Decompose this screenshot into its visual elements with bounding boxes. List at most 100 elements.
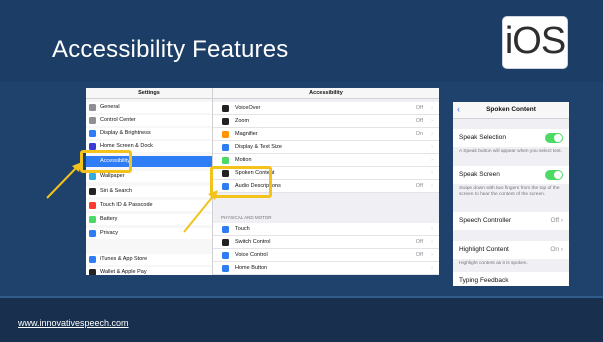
battery-icon: [89, 216, 96, 223]
accessibility-item-zoom[interactable]: Zoom Off ›: [213, 115, 439, 128]
sidebar-item-label: Siri & Search: [100, 188, 133, 194]
sidebar-item-itunes-app-store[interactable]: iTunes & App Store: [86, 254, 212, 265]
highlight-content-label: Highlight Content: [459, 246, 509, 253]
sidebar-item-label: Display & Brightness: [100, 130, 151, 136]
chevron-right-icon: ›: [431, 118, 433, 124]
highlight-box-spoken-content: [210, 166, 272, 198]
chevron-right-icon: ›: [560, 246, 563, 253]
speech-controller-value: Off ›: [550, 217, 563, 224]
spoken-content-title: Spoken Content: [486, 106, 536, 113]
sidebar-item-general[interactable]: General: [86, 102, 212, 113]
chevron-right-icon: ›: [431, 170, 433, 176]
control-center-icon: [89, 117, 96, 124]
magnifier-icon: [222, 130, 229, 138]
speak-screen-toggle[interactable]: [545, 170, 563, 180]
speak-selection-note: A Speak button will appear when you sele…: [459, 149, 562, 154]
switch-control-icon: [222, 238, 229, 246]
wallpaper-icon: [89, 173, 96, 180]
speak-screen-note: Swipe down with two fingers from the top…: [459, 186, 560, 197]
sidebar-item-privacy[interactable]: Privacy: [86, 228, 212, 239]
settings-sidebar: Settings General Control Center Display & …: [86, 88, 213, 275]
speak-screen-label: Speak Screen: [459, 171, 500, 178]
voice-control-icon: [222, 251, 229, 259]
ios-logo: iOS: [503, 17, 567, 68]
accessibility-item-touch[interactable]: Touch ›: [213, 223, 439, 236]
section-label-physical-motor: PHYSICAL AND MOTOR: [221, 215, 272, 220]
accessibility-item-label: Switch Control: [235, 239, 271, 245]
accessibility-item-switch-control[interactable]: Switch Control Off ›: [213, 236, 439, 249]
chevron-right-icon: ›: [431, 131, 433, 137]
accessibility-item-label: Motion: [235, 157, 252, 163]
speak-screen-row[interactable]: Speak Screen: [453, 166, 569, 184]
accessibility-item-label: Voice Control: [235, 252, 268, 258]
chevron-right-icon: ›: [431, 157, 433, 163]
accessibility-item-value: Off: [415, 239, 423, 245]
ios-logo-text: iOS: [504, 20, 566, 62]
sidebar-item-label: Privacy: [100, 230, 119, 236]
display-text-size-icon: [222, 143, 229, 151]
gear-icon: [89, 104, 96, 111]
spoken-content-screenshot: ‹ Spoken Content Speak Selection A Speak…: [453, 102, 569, 286]
accessibility-item-value: Off: [415, 252, 423, 258]
chevron-right-icon: ›: [431, 226, 433, 232]
accessibility-item-voice-control[interactable]: Voice Control Off ›: [213, 249, 439, 262]
highlight-box-accessibility: [80, 150, 132, 173]
speak-selection-label: Speak Selection: [459, 134, 506, 141]
sidebar-item-display-brightness[interactable]: Display & Brightness: [86, 128, 212, 139]
wallet-icon: [89, 269, 96, 275]
spoken-content-header: ‹ Spoken Content: [453, 102, 569, 119]
chevron-right-icon: ›: [431, 239, 433, 245]
accessibility-item-magnifier[interactable]: Magnifier On ›: [213, 128, 439, 141]
chevron-right-icon: ›: [431, 144, 433, 150]
accessibility-item-value: Off: [415, 118, 423, 124]
sidebar-item-label: General: [100, 104, 120, 110]
sidebar-item-label: Battery: [100, 216, 118, 222]
accessibility-item-label: Touch: [235, 226, 250, 232]
accessibility-item-label: VoiceOver: [235, 105, 261, 111]
highlight-content-value: On ›: [550, 246, 563, 253]
speech-controller-row[interactable]: Speech Controller Off ›: [453, 212, 569, 230]
sidebar-item-touch-id-passcode[interactable]: Touch ID & Passcode: [86, 200, 212, 211]
home-screen-icon: [89, 143, 96, 150]
accessibility-item-label: Zoom: [235, 118, 250, 124]
settings-sidebar-header: Settings: [86, 88, 212, 99]
chevron-right-icon: ›: [560, 217, 563, 224]
sidebar-item-label: Wallet & Apple Pay: [100, 269, 147, 275]
fingerprint-icon: [89, 202, 96, 209]
accessibility-item-value: On: [415, 131, 423, 137]
typing-feedback-row[interactable]: Typing Feedback: [453, 272, 569, 286]
sidebar-item-battery[interactable]: Battery: [86, 214, 212, 225]
accessibility-item-label: Display & Text Size: [235, 144, 282, 150]
accessibility-pane-header: Accessibility: [213, 88, 439, 99]
hand-icon: [89, 230, 96, 237]
accessibility-item-label: Magnifier: [235, 131, 258, 137]
chevron-right-icon: ›: [431, 265, 433, 271]
accessibility-item-home-button[interactable]: Home Button ›: [213, 262, 439, 275]
footer-url-link[interactable]: www.innovativespeech.com: [18, 318, 129, 328]
zoom-icon: [222, 117, 229, 125]
speak-selection-toggle[interactable]: [545, 133, 563, 143]
highlight-content-row[interactable]: Highlight Content On ›: [453, 241, 569, 259]
chevron-right-icon: ›: [431, 252, 433, 258]
app-store-icon: [89, 256, 96, 263]
accessibility-item-display-text-size[interactable]: Display & Text Size ›: [213, 141, 439, 154]
highlight-content-note: Highlight content as it is spoken.: [459, 261, 528, 266]
accessibility-item-value: Off: [415, 105, 423, 111]
typing-feedback-label: Typing Feedback: [459, 277, 509, 284]
speech-controller-label: Speech Controller: [459, 217, 512, 224]
chevron-right-icon: ›: [431, 105, 433, 111]
touch-icon: [222, 225, 229, 233]
sidebar-item-control-center[interactable]: Control Center: [86, 115, 212, 126]
sidebar-item-wallet-apple-pay[interactable]: Wallet & Apple Pay: [86, 267, 212, 275]
sidebar-item-siri-search[interactable]: Siri & Search: [86, 186, 212, 197]
chevron-right-icon: ›: [431, 183, 433, 189]
motion-icon: [222, 156, 229, 164]
display-icon: [89, 130, 96, 137]
footer-divider: [0, 296, 603, 298]
accessibility-item-voiceover[interactable]: VoiceOver Off ›: [213, 102, 439, 115]
speak-selection-row[interactable]: Speak Selection: [453, 129, 569, 147]
sidebar-item-label: Control Center: [100, 117, 136, 123]
voiceover-icon: [222, 104, 229, 112]
slide-title: Accessibility Features: [52, 36, 289, 63]
siri-icon: [89, 188, 96, 195]
